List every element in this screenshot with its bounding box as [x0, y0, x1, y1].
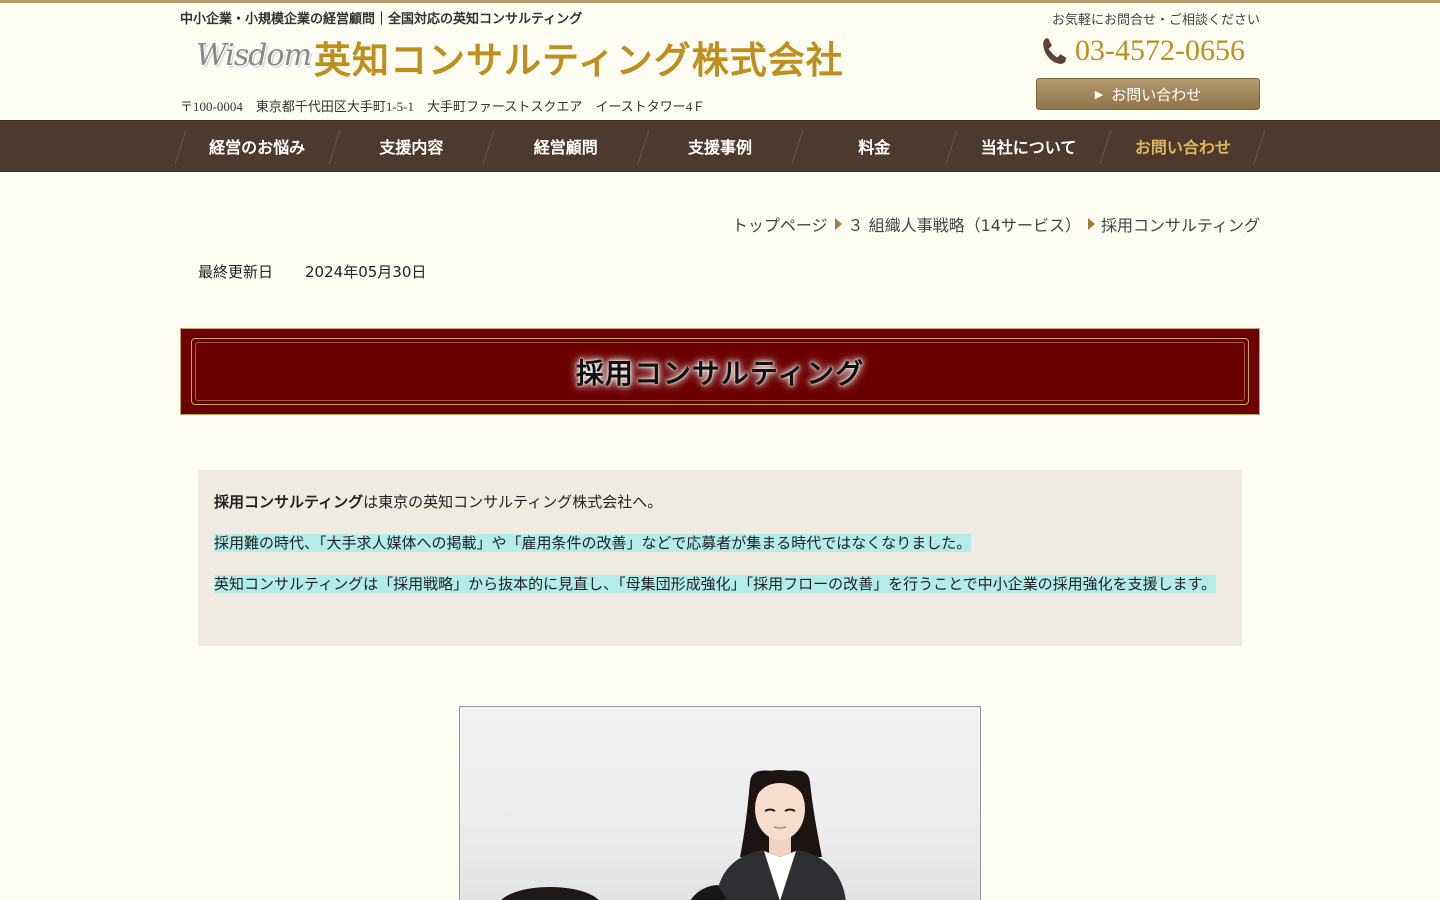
intro-p3-text: 英知コンサルティングは「採用戦略」から抜本的に見直し、「母集団形成強化」「採用フ…	[214, 575, 1217, 593]
intro-p1-rest: は東京の英知コンサルティング株式会社へ。	[363, 493, 663, 511]
phone-number[interactable]: 03-4572-0656	[1075, 34, 1245, 68]
intro-paragraph-3: 英知コンサルティングは「採用戦略」から抜本的に見直し、「母集団形成強化」「採用フ…	[214, 572, 1226, 597]
contact-note: お気軽にお問合せ・ご相談ください	[1051, 13, 1260, 28]
phone-icon	[1043, 38, 1066, 64]
company-name[interactable]: 英知コンサルティング株式会社	[314, 30, 844, 84]
intro-keyword: 採用コンサルティング	[214, 493, 364, 511]
breadcrumb: トップページ ３ 組織人事戦略（14サービス） 採用コンサルティング	[732, 212, 1260, 236]
phone-block[interactable]: 03-4572-0656	[1041, 34, 1245, 68]
last-updated-label: 最終更新日	[198, 263, 274, 281]
site-tagline: 中小企業・小規模企業の経営顧問｜全国対応の英知コンサルティング	[180, 12, 583, 27]
nav-item-worries[interactable]: 経営のお悩み	[180, 121, 334, 171]
intro-paragraph-2: 採用難の時代、「大手求人媒体への掲載」や「雇用条件の改善」などで応募者が集まる時…	[214, 531, 1226, 556]
nav-item-services[interactable]: 支援内容	[334, 121, 488, 171]
recruitment-interview-photo	[459, 706, 981, 900]
breadcrumb-category[interactable]: ３ 組織人事戦略（14サービス）	[848, 212, 1081, 236]
contact-button[interactable]: ▶ お問い合わせ	[1036, 78, 1260, 110]
breadcrumb-arrow-icon	[834, 218, 842, 230]
contact-button-label: お問い合わせ	[1111, 85, 1202, 104]
intro-p2-text: 採用難の時代、「大手求人媒体への掲載」や「雇用条件の改善」などで応募者が集まる時…	[214, 534, 972, 552]
nav-item-about[interactable]: 当社について	[951, 121, 1105, 171]
company-address: 〒100-0004 東京都千代田区大手町1-5-1 大手町ファーストスクエア イ…	[180, 99, 706, 114]
breadcrumb-current: 採用コンサルティング	[1100, 216, 1260, 235]
breadcrumb-top[interactable]: トップページ	[732, 212, 828, 236]
chevron-right-icon: ▶	[1094, 87, 1104, 101]
nav-item-pricing[interactable]: 料金	[797, 121, 951, 171]
logo-mark[interactable]: Wisdom	[196, 38, 312, 73]
last-updated-date: 2024年05月30日	[305, 263, 427, 281]
nav-item-cases[interactable]: 支援事例	[643, 121, 797, 171]
intro-paragraph-1: 採用コンサルティングは東京の英知コンサルティング株式会社へ。	[214, 490, 1226, 515]
page-title-banner: 採用コンサルティング	[180, 328, 1260, 415]
last-updated: 最終更新日 2024年05月30日	[198, 261, 426, 282]
site-header: 中小企業・小規模企業の経営顧問｜全国対応の英知コンサルティング Wisdom 英…	[0, 0, 1440, 120]
nav-item-contact[interactable]: お問い合わせ	[1106, 121, 1260, 171]
intro-box: 採用コンサルティングは東京の英知コンサルティング株式会社へ。 採用難の時代、「大…	[198, 470, 1242, 646]
global-nav: 経営のお悩み 支援内容 経営顧問 支援事例 料金 当社について お問い合わせ	[0, 120, 1440, 172]
interview-photo-illustration	[501, 770, 846, 900]
page-title: 採用コンサルティング	[575, 356, 865, 390]
nav-item-advisory[interactable]: 経営顧問	[489, 121, 643, 171]
breadcrumb-arrow-icon	[1087, 218, 1095, 230]
